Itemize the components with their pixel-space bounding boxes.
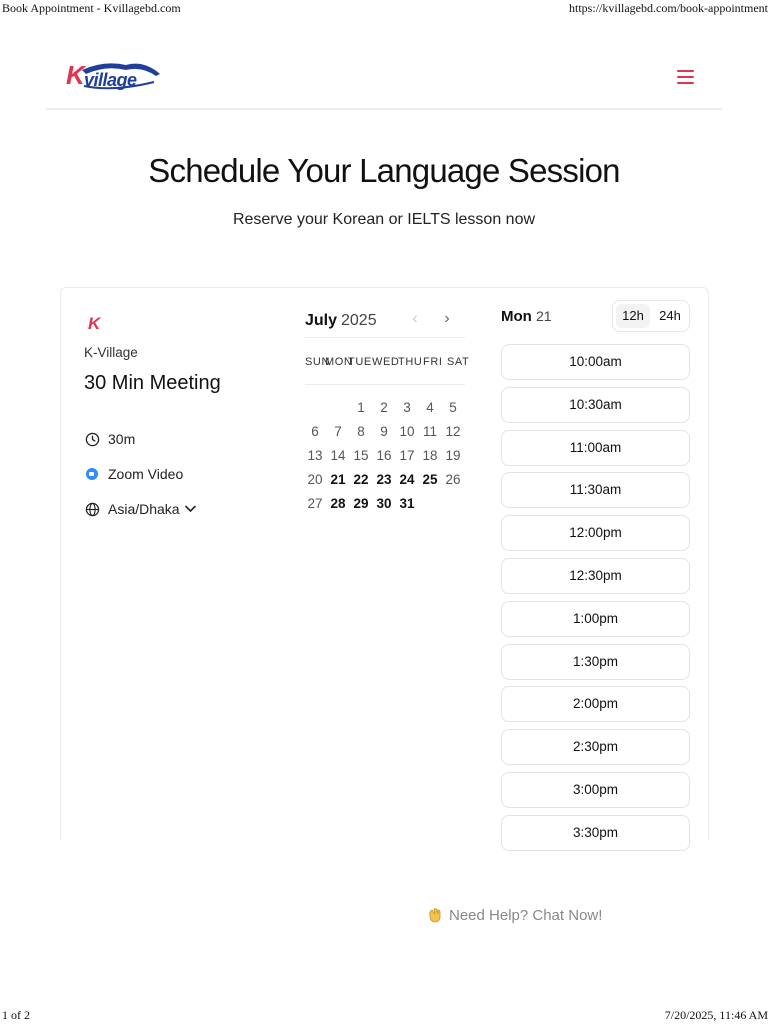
time-slot-button[interactable]: 10:00am [501,344,690,380]
format-24h-button[interactable]: 24h [653,304,687,328]
calendar-header: July 2025 ‹ › [305,310,465,330]
location-label: Zoom Video [108,466,184,482]
calendar-day-4: 4 [426,400,434,415]
time-slot-button[interactable]: 3:00pm [501,772,690,808]
weekday-tue: TUE [348,356,372,368]
time-slot-button[interactable]: 2:00pm [501,686,690,723]
time-slot-button[interactable]: 1:00pm [501,600,690,637]
selected-day-name: Mon [501,308,532,325]
calendar-day-3: 3 [403,400,411,415]
calendar-day-20: 20 [307,472,323,487]
org-name: K-Village [84,345,138,360]
calendar-divider [305,337,465,338]
time-slot-button[interactable]: 12:30pm [501,558,690,594]
calendar-day-9: 9 [380,424,388,439]
logo-k-letter: K [66,60,85,90]
kvillage-logo[interactable]: K village [64,56,164,98]
calendar-day-19: 19 [445,448,461,463]
calendar-day-13: 13 [307,448,323,463]
format-12h-button[interactable]: 12h [616,304,650,328]
next-month-icon[interactable]: › [439,310,455,330]
help-chat-link[interactable]: Need Help? Chat Now! [426,907,602,924]
site-navbar: K village [46,48,722,110]
timezone-label: Asia/Dhaka [108,501,180,517]
calendar-day-10: 10 [399,424,415,439]
print-page-url: https://kvillagebd.com/book-appointment [569,1,768,15]
calendar-day-8: 8 [357,424,365,439]
time-slot-button[interactable]: 11:30am [501,472,690,509]
calendar-day-12: 12 [445,424,461,439]
print-page-number: 1 of 2 [2,1008,30,1022]
calendar-day-26: 26 [445,472,461,487]
page-subtitle: Reserve your Korean or IELTS lesson now [232,211,536,228]
calendar-day-15: 15 [353,448,369,463]
calendar-divider [305,384,465,385]
calendar-day-21[interactable]: 21 [327,470,349,490]
time-slot-button[interactable]: 12:00pm [501,515,690,552]
time-slot-button[interactable]: 1:30pm [501,643,690,680]
calendar-day-18: 18 [422,448,438,463]
weekday-thu: THU [398,356,423,368]
print-datetime: 7/20/2025, 11:46 AM [664,1008,768,1022]
weekday-wed: WED [372,356,400,368]
calendar-day-7: 7 [334,424,342,439]
calendar-day-11: 11 [422,424,437,439]
calendar-day-2: 2 [380,400,388,415]
prev-month-icon[interactable]: ‹ [407,310,423,330]
event-duration: 30m [84,430,135,448]
calendar-day-5: 5 [449,400,457,415]
calendar-day-16: 16 [376,448,392,463]
waving-hand-icon [426,907,444,923]
clock-icon [84,431,100,447]
duration-label: 30m [108,431,136,447]
calendar-day-30[interactable]: 30 [373,494,395,514]
help-chat-label: Need Help? Chat Now! [449,907,603,924]
calendar-day-24[interactable]: 24 [396,470,418,490]
globe-icon [84,501,100,517]
timezone-select[interactable]: Asia/Dhaka [84,500,196,518]
calendar-day-1: 1 [357,400,365,415]
chevron-down-icon [184,505,196,513]
calendar-month: July [305,312,338,329]
calendar-day-14: 14 [330,448,346,463]
logo-wordmark: village [84,70,137,90]
print-header: Book Appointment - Kvillagebd.com https:… [2,1,768,17]
print-footer: 1 of 2 7/20/2025, 11:46 AM [2,1008,768,1024]
calendar-day-28[interactable]: 28 [327,494,349,514]
time-format-toggle: 12h 24h [612,300,690,332]
booking-widget: K K-Village 30 Min Meeting 30m Zoom Vide… [60,287,709,851]
time-slot-button[interactable]: 2:30pm [501,729,690,766]
calendar-day-29[interactable]: 29 [350,494,372,514]
calendar-day-27: 27 [307,496,323,511]
zoom-video-icon [84,466,100,482]
print-page-title: Book Appointment - Kvillagebd.com [2,1,181,15]
time-slot-button[interactable]: 10:30am [501,386,690,423]
event-location: Zoom Video [84,465,183,483]
calendar-day-17: 17 [399,448,415,463]
event-title: 30 Min Meeting [84,372,221,394]
calendar-day-23[interactable]: 23 [373,470,395,490]
weekday-sat: SAT [447,356,470,368]
time-slot-button[interactable]: 11:00am [501,429,690,466]
calendar-day-22[interactable]: 22 [350,470,372,490]
org-avatar: K [88,314,101,333]
weekday-fri: FRI [423,356,443,368]
calendar-day-25[interactable]: 25 [419,470,441,490]
weekday-header: SUN MON TUE WED THU FRI SAT [305,356,469,370]
calendar-day-31[interactable]: 31 [396,494,418,514]
calendar-year: 2025 [341,312,377,329]
time-slot-button[interactable]: 3:30pm [501,814,690,851]
page-title: Schedule Your Language Session [148,152,620,189]
selected-date: Mon 21 [501,308,552,325]
selected-day-number: 21 [536,308,552,324]
calendar-day-6: 6 [311,424,319,439]
hamburger-menu-icon[interactable] [677,70,694,84]
